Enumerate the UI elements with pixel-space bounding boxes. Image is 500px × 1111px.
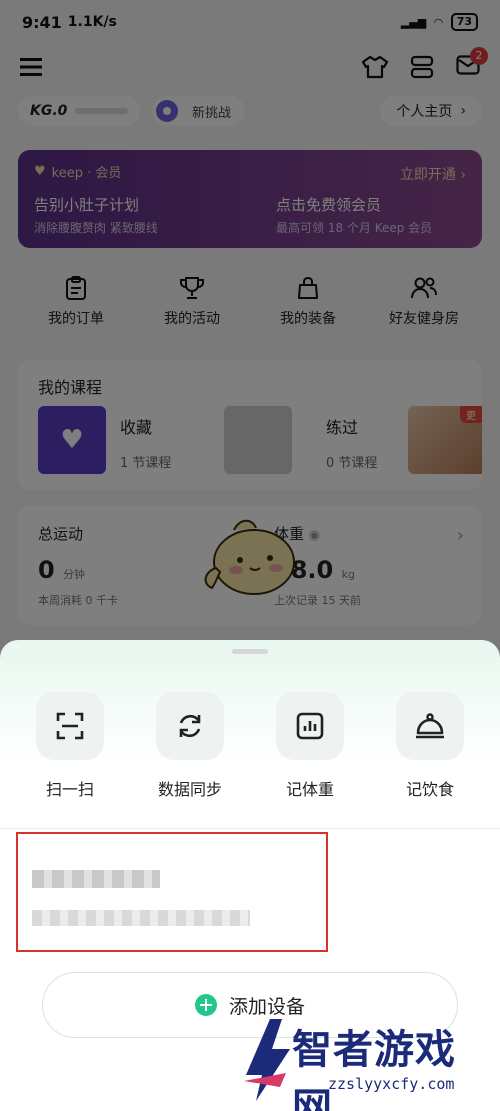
site-watermark: 智者游戏网 zzslyyxcfy.com	[234, 1011, 494, 1111]
sync-icon	[179, 714, 201, 738]
scan-icon	[56, 712, 84, 740]
watermark-url: zzslyyxcfy.com	[328, 1075, 455, 1093]
sync-action[interactable]: 数据同步	[135, 692, 245, 800]
sync-action-tile	[156, 692, 224, 760]
food-label: 记饮食	[405, 780, 454, 799]
plus-icon	[194, 994, 217, 1016]
food-action[interactable]: 记饮食	[375, 692, 485, 800]
chart-icon	[296, 712, 324, 740]
sheet-divider	[0, 828, 500, 829]
device-detail-redacted	[32, 910, 250, 926]
food-action-tile	[396, 692, 464, 760]
weight-label: 记体重	[285, 780, 334, 799]
device-name-redacted	[32, 870, 160, 888]
weight-action[interactable]: 记体重	[255, 692, 365, 800]
scan-action[interactable]: 扫一扫	[15, 692, 125, 800]
watermark-logo	[244, 1019, 290, 1101]
food-cover-icon	[416, 713, 444, 739]
watermark-brand: 智者游戏网	[292, 1027, 456, 1111]
sync-label: 数据同步	[157, 780, 222, 799]
scan-label: 扫一扫	[45, 780, 94, 799]
sheet-handle[interactable]	[232, 649, 268, 654]
bottom-sheet: 扫一扫 数据同步 记体重 记饮食 添加设备 智者游戏网 zzslyyxcfy.c…	[0, 640, 500, 1111]
scan-action-tile	[36, 692, 104, 760]
device-list-item[interactable]	[16, 832, 328, 952]
quick-actions: 扫一扫 数据同步 记体重 记饮食	[0, 692, 500, 800]
weight-action-tile	[276, 692, 344, 760]
